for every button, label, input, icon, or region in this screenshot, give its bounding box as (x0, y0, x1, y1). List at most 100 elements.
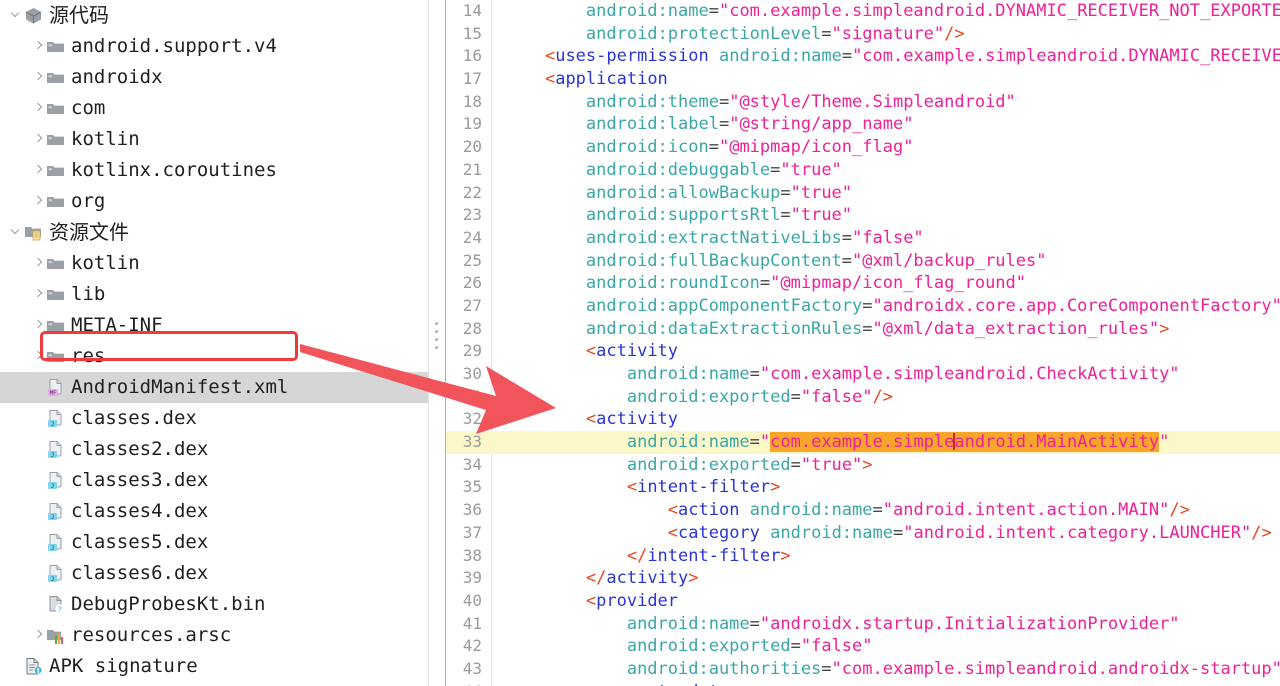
code-line[interactable]: 25 android:fullBackupContent="@xml/backu… (446, 250, 1280, 273)
tree-item-kotlin[interactable]: kotlin (0, 124, 428, 155)
tree-item-label: 资源文件 (49, 220, 129, 244)
code-line[interactable]: 14 android:name="com.example.simpleandro… (446, 0, 1280, 23)
code-line[interactable]: 35 <intent-filter> (446, 476, 1280, 499)
chevron-down-icon[interactable] (8, 217, 24, 248)
tree-item-lib[interactable]: lib (0, 279, 428, 310)
code-line[interactable]: 34 android:exported="true"> (446, 454, 1280, 477)
code-line-text: android:label="@string/app_name" (585, 114, 914, 135)
code-line-text: android:name="com.example.simpleandroid.… (626, 364, 1180, 384)
dex-file-icon: J (46, 533, 65, 552)
code-line[interactable]: 44 <meta-data (446, 681, 1280, 686)
code-line[interactable]: 18 android:theme="@style/Theme.Simpleand… (446, 91, 1280, 114)
code-line-text: android:debuggable="true" (585, 159, 842, 180)
tree-item-classes6-dex[interactable]: Jclasses6.dex (0, 558, 428, 589)
chevron-right-icon[interactable] (30, 62, 46, 93)
tree-item-androidx[interactable]: androidx (0, 62, 428, 93)
code-line[interactable]: 22 android:allowBackup="true" (446, 182, 1280, 205)
xml-code-editor[interactable]: 14 android:name="com.example.simpleandro… (445, 0, 1280, 686)
code-line[interactable]: 26 android:roundIcon="@mipmap/icon_flag_… (446, 272, 1280, 295)
code-line-text: android:exported="false" (626, 636, 873, 657)
tree-item-classes2-dex[interactable]: Jclasses2.dex (0, 434, 428, 465)
tree-item-classes-dex[interactable]: Jclasses.dex (0, 403, 428, 434)
tree-item-[interactable]: 源代码 (0, 0, 428, 31)
tree-item-classes4-dex[interactable]: Jclasses4.dex (0, 496, 428, 527)
chevron-right-icon[interactable] (30, 93, 46, 124)
folder-icon (46, 37, 65, 56)
tree-item-androidmanifest-xml[interactable]: MF AndroidManifest.xml (0, 372, 428, 403)
code-line-text: android:name="com.example.simpleandroid.… (626, 432, 1170, 453)
tree-item-[interactable]: 资源文件 (0, 217, 428, 248)
tree-item-classes5-dex[interactable]: Jclasses5.dex (0, 527, 428, 558)
tree-item-debugprobeskt-bin[interactable]: ? DebugProbesKt.bin (0, 589, 428, 620)
code-line[interactable]: 16 <uses-permission android:name="com.ex… (446, 45, 1280, 68)
code-line[interactable]: 28 android:dataExtractionRules="@xml/dat… (446, 318, 1280, 341)
line-number: 42 (462, 636, 482, 656)
line-number: 37 (462, 522, 482, 542)
dex-file-icon: J (46, 409, 65, 428)
tree-item-resources-arsc[interactable]: resources.arsc (0, 620, 428, 651)
line-number: 43 (462, 658, 482, 678)
tree-item-summary[interactable]: Summary (0, 682, 428, 686)
tree-item-android-support-v4[interactable]: android.support.v4 (0, 31, 428, 62)
line-number: 38 (462, 545, 482, 565)
code-line[interactable]: 39 </activity> (446, 567, 1280, 590)
tree-item-label: android.support.v4 (71, 35, 277, 57)
code-line[interactable]: 31 android:exported="false"/> (446, 386, 1280, 409)
splitter-grip-icon[interactable] (435, 322, 439, 350)
code-line[interactable]: 32 <activity (446, 408, 1280, 431)
chevron-right-icon[interactable] (30, 31, 46, 62)
svg-text:?: ? (58, 605, 62, 613)
tree-item-label: 源代码 (49, 3, 109, 27)
line-number: 26 (462, 273, 482, 293)
code-line[interactable]: 20 android:icon="@mipmap/icon_flag" (446, 136, 1280, 159)
tree-item-com[interactable]: com (0, 93, 428, 124)
code-line-text: android:extractNativeLibs="false" (585, 227, 924, 248)
code-line-text: <category android:name="android.intent.c… (667, 522, 1272, 543)
line-number: 30 (462, 364, 482, 383)
line-number: 39 (462, 568, 482, 588)
code-line[interactable]: 23 android:supportsRtl="true" (446, 204, 1280, 227)
code-line[interactable]: 17 <application (446, 68, 1280, 91)
code-line[interactable]: 38 </intent-filter> (446, 545, 1280, 568)
svg-text:J: J (51, 422, 55, 428)
code-line[interactable]: 41 android:name="androidx.startup.Initia… (446, 613, 1280, 636)
apk-structure-tree[interactable]: 源代码 android.support.v4 androidx com kotlin ko… (0, 0, 428, 686)
chevron-right-icon[interactable] (30, 620, 46, 651)
code-line[interactable]: 29 <activity (446, 340, 1280, 363)
code-line[interactable]: 43 android:authorities="com.example.simp… (446, 658, 1280, 681)
folder-icon (46, 254, 65, 273)
chevron-right-icon[interactable] (30, 341, 46, 372)
chevron-right-icon[interactable] (30, 124, 46, 155)
tree-item-kotlin[interactable]: kotlin (0, 248, 428, 279)
chevron-right-icon[interactable] (30, 248, 46, 279)
line-number: 31 (462, 386, 482, 406)
code-line[interactable]: 19 android:label="@string/app_name" (446, 113, 1280, 136)
tree-item-apk-signature[interactable]: APK signature (0, 651, 428, 682)
code-line[interactable]: 30 android:name="com.example.simpleandro… (446, 363, 1280, 386)
code-line[interactable]: 27 android:appComponentFactory="androidx… (446, 295, 1280, 318)
chevron-right-icon[interactable] (30, 279, 46, 310)
chevron-down-icon[interactable] (8, 0, 24, 31)
tree-item-org[interactable]: org (0, 186, 428, 217)
code-line[interactable]: 15 android:protectionLevel="signature"/> (446, 23, 1280, 46)
tree-item-meta-inf[interactable]: META-INF (0, 310, 428, 341)
chevron-right-icon[interactable] (30, 186, 46, 217)
code-line-text: <activity (585, 341, 679, 362)
tree-item-classes3-dex[interactable]: Jclasses3.dex (0, 465, 428, 496)
code-line[interactable]: 36 <action android:name="android.intent.… (446, 499, 1280, 522)
code-line[interactable]: 21 android:debuggable="true" (446, 159, 1280, 182)
code-line[interactable]: 37 <category android:name="android.inten… (446, 522, 1280, 545)
code-line[interactable]: 42 android:exported="false" (446, 635, 1280, 658)
tree-item-label: APK signature (49, 655, 198, 677)
code-line[interactable]: 40 <provider (446, 590, 1280, 613)
code-line[interactable]: 24 android:extractNativeLibs="false" (446, 227, 1280, 250)
chevron-right-icon[interactable] (30, 310, 46, 341)
dex-file-icon: J (46, 564, 65, 583)
chevron-right-icon[interactable] (30, 155, 46, 186)
tree-item-res[interactable]: res (0, 341, 428, 372)
code-line[interactable]: 33 android:name="com.example.simpleandro… (446, 431, 1280, 454)
code-line-text: <activity (585, 409, 679, 430)
tree-item-kotlinx-coroutines[interactable]: kotlinx.coroutines (0, 155, 428, 186)
panel-splitter[interactable] (428, 0, 445, 686)
